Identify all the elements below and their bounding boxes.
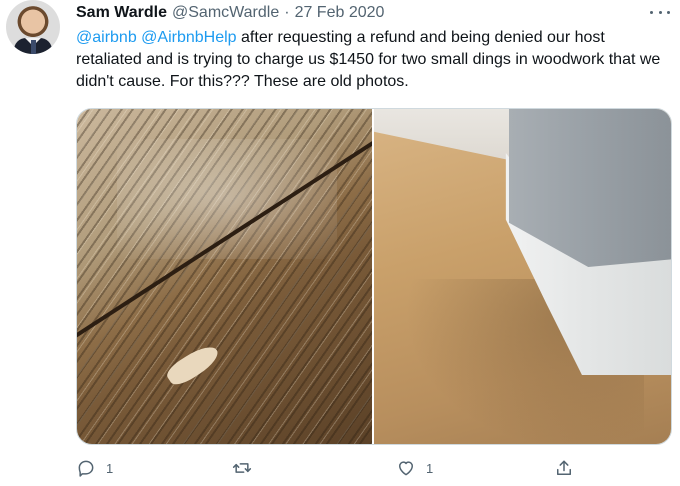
like-button[interactable]: 1: [396, 458, 433, 478]
action-bar: 1 1: [76, 458, 586, 482]
reply-icon: [78, 460, 94, 477]
like-count: 1: [426, 460, 434, 476]
wood-chip: [163, 340, 223, 390]
media-grid: [76, 108, 672, 445]
more-dot: [658, 10, 662, 14]
share-button[interactable]: [554, 458, 574, 478]
avatar[interactable]: [6, 0, 60, 54]
author-handle[interactable]: @SamcWardle: [172, 4, 279, 22]
tweet-date[interactable]: 27 Feb 2020: [295, 4, 385, 22]
photo-glare: [117, 139, 337, 259]
photo-wood-floor-ding[interactable]: [77, 109, 374, 444]
mention-airbnb[interactable]: @airbnb: [76, 29, 137, 46]
more-dot: [650, 10, 653, 14]
more-icon[interactable]: [650, 5, 670, 19]
author-name[interactable]: Sam Wardle: [76, 4, 167, 22]
photo-skirting-board[interactable]: [374, 109, 671, 444]
more-dot: [667, 10, 670, 14]
retweet-icon: [232, 463, 252, 473]
share-icon: [557, 460, 571, 475]
like-icon: [399, 461, 413, 476]
tweet-text: @airbnb @AirbnbHelp after requesting a r…: [76, 27, 671, 93]
tweet-header: Sam Wardle @SamcWardle · 27 Feb 2020: [76, 4, 384, 22]
reply-button[interactable]: 1: [76, 458, 113, 478]
mention-airbnbhelp[interactable]: @AirbnbHelp: [141, 29, 236, 46]
retweet-button[interactable]: [232, 458, 252, 478]
header-separator: ·: [284, 4, 290, 21]
reply-count: 1: [106, 460, 114, 476]
avatar-tie: [31, 40, 36, 54]
